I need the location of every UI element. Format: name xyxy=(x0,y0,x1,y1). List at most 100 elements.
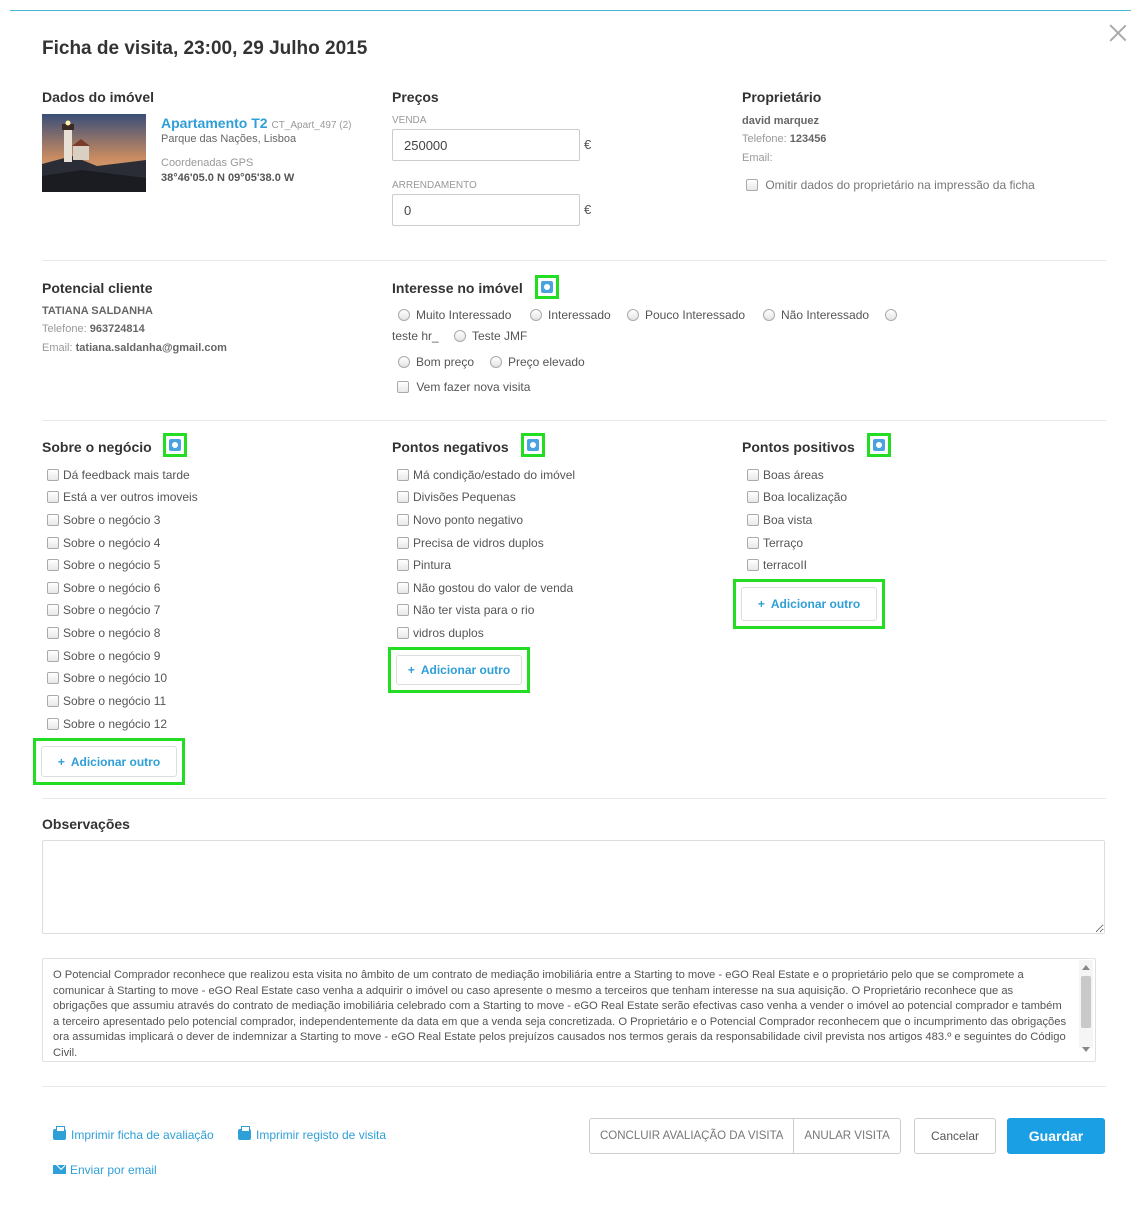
negative-item[interactable]: Precisa de vidros duplos xyxy=(397,536,544,550)
radio-icon[interactable] xyxy=(398,309,410,321)
negatives-heading: Pontos negativos xyxy=(392,439,509,455)
business-add-button[interactable]: + Adicionar outro xyxy=(41,746,177,777)
positive-item[interactable]: Boa vista xyxy=(747,513,812,527)
checkbox-icon[interactable] xyxy=(397,469,409,481)
checkbox-icon[interactable] xyxy=(747,559,759,571)
print-visit-link[interactable]: Imprimir registo de visita xyxy=(238,1126,386,1142)
business-item[interactable]: Sobre o negócio 6 xyxy=(47,581,160,595)
business-item[interactable]: Sobre o negócio 9 xyxy=(47,649,160,663)
checkbox-icon[interactable] xyxy=(47,650,59,662)
checkbox-icon[interactable] xyxy=(47,559,59,571)
checkbox-icon[interactable] xyxy=(47,469,59,481)
positive-item[interactable]: Terraço xyxy=(747,536,803,550)
rent-currency: € xyxy=(584,202,592,217)
sale-price-input[interactable] xyxy=(392,129,580,161)
cancel-visit-button[interactable]: ANULAR VISITA xyxy=(793,1119,900,1153)
cancel-button[interactable]: Cancelar xyxy=(914,1118,996,1154)
radio-icon[interactable] xyxy=(763,309,775,321)
checkbox-icon[interactable] xyxy=(47,718,59,730)
business-settings-gear-icon[interactable] xyxy=(163,433,187,457)
divider xyxy=(42,798,1106,799)
radio-good-price[interactable]: Bom preço xyxy=(398,355,474,369)
checkbox-icon[interactable] xyxy=(47,672,59,684)
property-name-link[interactable]: Apartamento T2 CT_Apart_497 (2) xyxy=(161,115,352,131)
radio-icon[interactable] xyxy=(454,330,466,342)
checkbox-icon[interactable] xyxy=(747,491,759,503)
terms-scrollbar[interactable] xyxy=(1079,960,1093,1052)
negative-item[interactable]: Má condição/estado do imóvel xyxy=(397,468,575,482)
checkbox-icon[interactable] xyxy=(747,469,759,481)
checkbox-icon[interactable] xyxy=(47,627,59,639)
terms-textarea[interactable]: O Potencial Comprador reconhece que real… xyxy=(42,958,1096,1062)
radio-icon[interactable] xyxy=(398,356,410,368)
business-item[interactable]: Sobre o negócio 11 xyxy=(47,694,166,708)
negative-item[interactable]: Não gostou do valor de venda xyxy=(397,581,573,595)
print-evaluation-link[interactable]: Imprimir ficha de avaliação xyxy=(53,1126,214,1142)
positive-item[interactable]: Boa localização xyxy=(747,490,847,504)
checkbox-icon[interactable] xyxy=(47,491,59,503)
business-heading: Sobre o negócio xyxy=(42,439,152,455)
checkbox-icon[interactable] xyxy=(47,582,59,594)
checkbox-icon[interactable] xyxy=(397,537,409,549)
positives-settings-gear-icon[interactable] xyxy=(867,433,891,457)
positives-add-button[interactable]: + Adicionar outro xyxy=(741,587,877,621)
negative-item[interactable]: Não ter vista para o rio xyxy=(397,603,534,617)
checkbox-icon[interactable] xyxy=(397,604,409,616)
business-item[interactable]: Sobre o negócio 12 xyxy=(47,717,167,731)
radio-icon[interactable] xyxy=(627,309,639,321)
save-button[interactable]: Guardar xyxy=(1007,1118,1105,1154)
radio-icon[interactable] xyxy=(530,309,542,321)
scroll-up-icon[interactable] xyxy=(1082,965,1090,970)
radio-not-interested[interactable]: Não Interessado xyxy=(763,308,869,322)
checkbox-icon[interactable] xyxy=(397,559,409,571)
checkbox-icon[interactable] xyxy=(47,695,59,707)
business-item[interactable]: Sobre o negócio 7 xyxy=(47,603,160,617)
scroll-down-icon[interactable] xyxy=(1082,1047,1090,1052)
radio-icon[interactable] xyxy=(490,356,502,368)
checkbox-icon[interactable] xyxy=(47,537,59,549)
negative-item[interactable]: vidros duplos xyxy=(397,626,484,640)
checkbox-icon[interactable] xyxy=(747,514,759,526)
negative-item[interactable]: Divisões Pequenas xyxy=(397,490,516,504)
rent-price-input[interactable] xyxy=(392,194,580,226)
checkbox-icon[interactable] xyxy=(397,491,409,503)
business-item[interactable]: Sobre o negócio 3 xyxy=(47,513,160,527)
negative-item[interactable]: Novo ponto negativo xyxy=(397,513,523,527)
conclude-evaluation-button[interactable]: CONCLUIR AVALIAÇÃO DA VISITA xyxy=(590,1119,794,1153)
divider xyxy=(42,260,1106,261)
checkbox-icon[interactable] xyxy=(397,627,409,639)
checkbox-icon[interactable] xyxy=(746,179,758,191)
radio-teste-jmf[interactable]: Teste JMF xyxy=(454,329,527,343)
radio-teste-hr[interactable] xyxy=(885,308,903,322)
send-email-link[interactable]: Enviar por email xyxy=(53,1163,157,1177)
omit-owner-checkbox[interactable]: Omitir dados do proprietário na impressã… xyxy=(746,178,1035,192)
radio-little-interested[interactable]: Pouco Interessado xyxy=(627,308,745,322)
negatives-add-button[interactable]: + Adicionar outro xyxy=(396,655,522,685)
checkbox-icon[interactable] xyxy=(397,514,409,526)
business-item[interactable]: Dá feedback mais tarde xyxy=(47,468,190,482)
radio-icon[interactable] xyxy=(885,309,897,321)
interest-settings-gear-icon[interactable] xyxy=(535,275,559,299)
checkbox-icon[interactable] xyxy=(47,604,59,616)
business-item[interactable]: Sobre o negócio 5 xyxy=(47,558,160,572)
checkbox-icon[interactable] xyxy=(397,582,409,594)
close-icon[interactable] xyxy=(1107,22,1129,44)
observations-textarea[interactable] xyxy=(42,840,1105,934)
positive-item[interactable]: terracoII xyxy=(747,558,807,572)
business-item[interactable]: Sobre o negócio 10 xyxy=(47,671,167,685)
business-item[interactable]: Está a ver outros imoveis xyxy=(47,490,198,504)
checkbox-icon[interactable] xyxy=(397,381,409,393)
radio-very-interested[interactable]: Muito Interessado xyxy=(398,308,511,322)
positive-item[interactable]: Boas áreas xyxy=(747,468,824,482)
negatives-settings-gear-icon[interactable] xyxy=(521,433,545,457)
business-item[interactable]: Sobre o negócio 8 xyxy=(47,626,160,640)
radio-interested[interactable]: Interessado xyxy=(530,308,611,322)
business-item[interactable]: Sobre o negócio 4 xyxy=(47,536,160,550)
new-visit-checkbox[interactable]: Vem fazer nova visita xyxy=(397,380,530,394)
scroll-thumb[interactable] xyxy=(1081,976,1091,1028)
checkbox-icon[interactable] xyxy=(747,537,759,549)
radio-high-price[interactable]: Preço elevado xyxy=(490,355,585,369)
checkbox-icon[interactable] xyxy=(47,514,59,526)
sale-currency: € xyxy=(584,137,592,152)
negative-item[interactable]: Pintura xyxy=(397,558,451,572)
